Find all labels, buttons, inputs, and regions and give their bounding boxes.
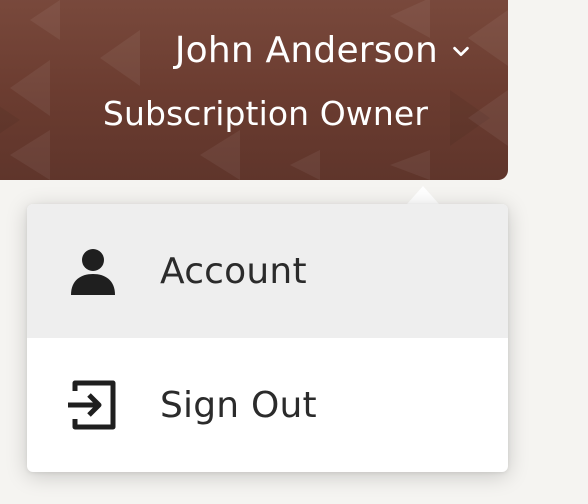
user-icon	[65, 243, 121, 299]
menu-item-label: Sign Out	[160, 384, 317, 426]
menu-item-label: Account	[160, 250, 307, 292]
user-name-row: John Anderson	[175, 30, 472, 71]
chevron-down-icon	[453, 46, 469, 56]
menu-item-account[interactable]: Account	[27, 204, 508, 338]
banner-pattern	[0, 0, 508, 180]
user-role: Subscription Owner	[102, 94, 428, 133]
user-name: John Anderson	[174, 30, 438, 71]
user-dropdown-menu: Account Sign Out	[27, 204, 508, 472]
user-menu-toggle[interactable]: John Anderson Subscription Owner	[0, 0, 508, 180]
sign-out-icon	[65, 377, 121, 433]
dropdown-caret	[407, 186, 439, 204]
menu-item-sign-out[interactable]: Sign Out	[27, 338, 508, 472]
